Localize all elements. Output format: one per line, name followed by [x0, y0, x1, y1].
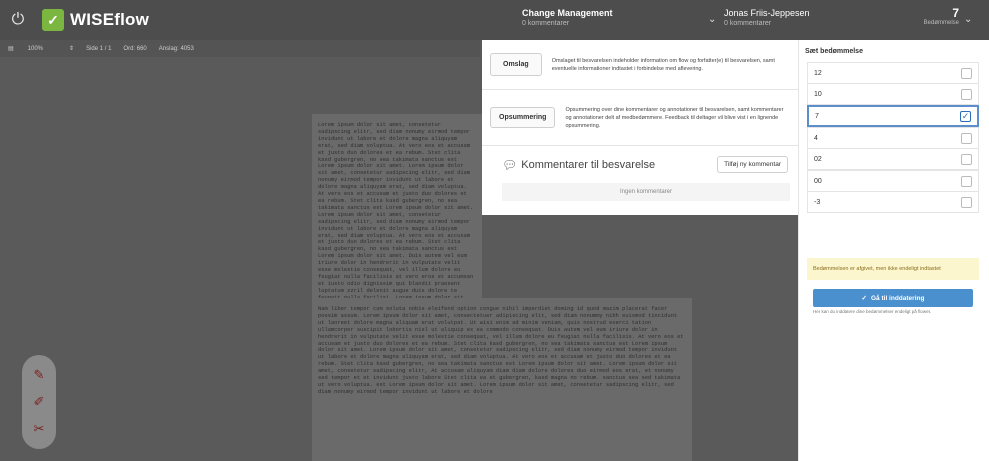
grade-option[interactable]: 00 [807, 170, 979, 192]
no-comments-placeholder: Ingen kommentarer [502, 183, 790, 201]
highlighter-icon[interactable]: ✐ [34, 394, 45, 410]
document-text-lower: Nam liber tempor cum soluta nobis eleife… [318, 306, 684, 395]
comments-title-text: Kommentarer til besvarelse [521, 158, 656, 171]
grade-option[interactable]: 4 [807, 127, 979, 149]
logo-text: WISEflow [70, 10, 150, 29]
assessment-selector[interactable]: Change Management 0 kommentarer [480, 0, 720, 40]
document-page-lower: Nam liber tempor cum soluta nobis eleife… [312, 298, 692, 461]
assessment-title: Change Management [522, 8, 613, 18]
scissors-icon[interactable]: ✂ [34, 421, 45, 437]
wiseflow-logo-icon: ✓ [42, 9, 64, 31]
status-warning: Bedømmelsen er afgivet, men ikke endelig… [807, 258, 979, 280]
grade-value: 7 [952, 6, 959, 20]
speech-bubble-icon: 💬︎ [502, 157, 518, 172]
grade-option[interactable]: -3 [807, 191, 979, 213]
pen-icon[interactable]: ✎ [34, 367, 45, 383]
page-indicator: Side 1 / 1 [86, 45, 112, 52]
grade-checkbox[interactable] [961, 132, 972, 144]
opsummering-button[interactable]: Opsummering [490, 107, 556, 128]
check-circle-icon: ✓ [861, 295, 867, 302]
grade-summary[interactable]: 7 Bedømmelse [924, 6, 959, 26]
opsummering-description: Opsummering over dine kommentarer og ann… [565, 106, 784, 129]
grade-checkbox[interactable] [961, 153, 972, 165]
grade-checkbox[interactable] [961, 88, 972, 100]
grade-panel: Sæt bedømmelse 12 10 7 ✓ 4 02 00 -3 Bedø… [798, 40, 989, 461]
grade-checkbox[interactable] [961, 175, 972, 187]
grade-checkbox[interactable] [961, 67, 972, 79]
grade-option[interactable]: 10 [807, 83, 979, 105]
checked-checkbox-icon[interactable]: ✓ [960, 110, 971, 122]
comments-title: 💬︎ Kommentarer til besvarelse [502, 158, 655, 172]
go-to-entry-note: Her kan du inddatere dine bedømmelser en… [813, 309, 932, 314]
add-comment-button[interactable]: Tilføj ny kommentar [717, 156, 788, 173]
grade-option-label: 4 [814, 134, 818, 142]
comments-header: 💬︎ Kommentarer til besvarelse Tilføj ny … [482, 146, 798, 179]
grade-option-label: 10 [814, 90, 822, 98]
word-count: Ord: 660 [123, 45, 147, 52]
logo: ✓ WISEflow [42, 9, 149, 31]
grade-option-label: 02 [814, 155, 822, 163]
grade-label: Bedømmelse [923, 20, 959, 26]
document-toolbar: ▤ 100% ⇕ Side 1 / 1 Ord: 660 Anslag: 405… [0, 40, 480, 57]
omslag-button[interactable]: Omslag [490, 53, 542, 76]
thumbnails-icon[interactable]: ▤ [8, 45, 14, 52]
top-nav: Change Management 0 kommentarer ⌄ Jonas … [480, 0, 989, 40]
annotation-tools: ✎ ✐ ✂ [22, 355, 56, 449]
participant-comment-count: 0 kommentarer [724, 20, 772, 27]
top-bar: ⏻ ✓ WISEflow Change Management 0 komment… [0, 0, 989, 40]
zoom-select[interactable]: 100% [28, 46, 43, 52]
grade-option[interactable]: 02 [807, 148, 979, 170]
participant-selector[interactable]: Jonas Friis-Jeppesen 0 kommentarer [724, 0, 874, 27]
opsummering-row: Opsummering Opsummering over dine kommen… [482, 90, 798, 146]
go-to-entry-button[interactable]: ✓ Gå til inddatering [813, 289, 973, 307]
char-count: Anslag: 4053 [158, 45, 194, 52]
grade-checkbox[interactable] [961, 196, 972, 208]
power-icon[interactable]: ⏻ [6, 11, 30, 29]
grade-option[interactable]: 12 [807, 62, 979, 84]
omslag-row: Omslag Omslaget til besvarelsen indehold… [482, 40, 798, 90]
info-panel: Omslag Omslaget til besvarelsen indehold… [482, 40, 798, 215]
chevron-down-icon[interactable]: ⌄ [708, 14, 716, 25]
grade-option-label: 12 [814, 69, 822, 77]
go-to-entry-label: Gå til inddatering [871, 294, 925, 302]
grade-panel-title: Sæt bedømmelse [805, 48, 863, 55]
grade-option-selected[interactable]: 7 ✓ [807, 105, 979, 127]
grade-option-label: -3 [814, 198, 821, 206]
stepper-icon[interactable]: ⇕ [69, 45, 74, 52]
omslag-description: Omslaget til besvarelsen indeholder info… [551, 57, 775, 72]
participant-name: Jonas Friis-Jeppesen [724, 8, 810, 18]
grade-chevron-down-icon[interactable]: ⌄ [964, 14, 972, 25]
grade-option-label: 7 [815, 112, 819, 120]
grade-option-label: 00 [814, 177, 822, 185]
assessment-comment-count: 0 kommentarer [522, 20, 570, 27]
